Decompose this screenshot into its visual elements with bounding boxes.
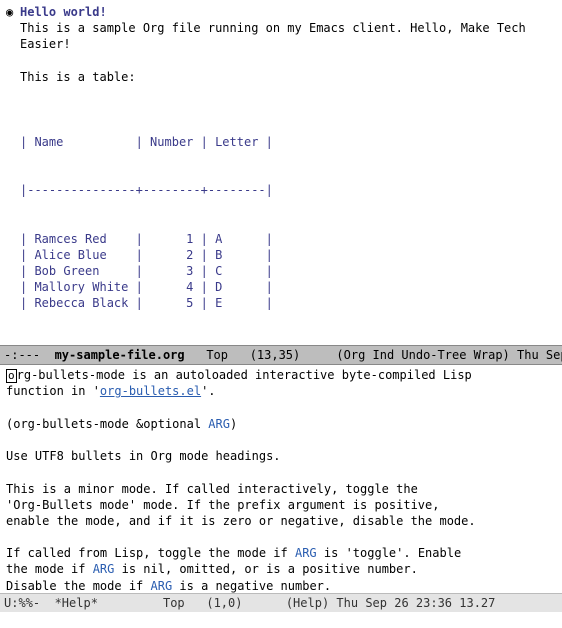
- intro-text: This is a sample Org file running on my …: [6, 20, 556, 52]
- help-line: function in 'org-bullets.el'.: [6, 383, 556, 399]
- blank-1: [6, 53, 556, 69]
- table-row[interactable]: | Ramces Red | 1 | A |: [20, 231, 556, 247]
- blank: [6, 464, 556, 480]
- modeline-position: Top: [163, 596, 185, 610]
- modeline-time: Thu Sep 26 23:36 13.27: [336, 596, 495, 610]
- modeline-linecol: (1,0): [206, 596, 242, 610]
- modeline-inactive[interactable]: U:%%- *Help* Top (1,0) (Help) Thu Sep 26…: [0, 593, 562, 612]
- blank: [6, 529, 556, 545]
- bullet-top-icon: ◉: [6, 4, 20, 20]
- blank-2: [6, 85, 556, 101]
- help-buffer[interactable]: org-bullets-mode is an autoloaded intera…: [0, 365, 562, 593]
- modeline-modes[interactable]: (Help): [286, 596, 329, 610]
- buffer-name[interactable]: *Help*: [55, 596, 98, 610]
- table-row[interactable]: | Rebecca Black | 5 | E |: [20, 295, 556, 311]
- help-line: org-bullets-mode is an autoloaded intera…: [6, 367, 556, 383]
- org-table[interactable]: | Name | Number | Letter | |------------…: [6, 101, 556, 345]
- help-desc: Use UTF8 bullets in Org mode headings.: [6, 448, 556, 464]
- modeline-status: U:%%-: [4, 596, 40, 610]
- table-row[interactable]: | Alice Blue | 2 | B |: [20, 247, 556, 263]
- modeline-position: Top: [206, 348, 228, 362]
- blank: [6, 400, 556, 416]
- table-label: This is a table:: [6, 69, 556, 85]
- help-line: If called from Lisp, toggle the mode if …: [6, 545, 556, 561]
- minibuffer[interactable]: [0, 612, 562, 628]
- arg: ARG: [93, 562, 115, 576]
- headline-1: ◉Hello world!: [6, 4, 556, 20]
- help-line: This is a minor mode. If called interact…: [6, 481, 556, 497]
- arg: ARG: [208, 417, 230, 431]
- arg: ARG: [151, 579, 173, 593]
- org-buffer[interactable]: ◉Hello world! This is a sample Org file …: [0, 0, 562, 345]
- modeline-status: -:---: [4, 348, 40, 362]
- modeline-time: Thu Sep 2: [517, 348, 562, 362]
- arg: ARG: [295, 546, 317, 560]
- help-line: 'Org-Bullets mode' mode. If the prefix a…: [6, 497, 556, 513]
- buffer-name[interactable]: my-sample-file.org: [55, 348, 185, 362]
- help-signature: (org-bullets-mode &optional ARG): [6, 416, 556, 432]
- headline-1-text: Hello world!: [20, 5, 107, 19]
- help-line: the mode if ARG is nil, omitted, or is a…: [6, 561, 556, 577]
- table-separator: |---------------+--------+--------|: [20, 182, 556, 198]
- modeline-active[interactable]: -:--- my-sample-file.org Top (13,35) (Or…: [0, 345, 562, 365]
- modeline-modes[interactable]: (Org Ind Undo-Tree Wrap): [336, 348, 509, 362]
- table-header-row: | Name | Number | Letter |: [20, 134, 556, 150]
- modeline-linecol: (13,35): [250, 348, 301, 362]
- cursor-box-icon: o: [6, 369, 17, 383]
- blank: [6, 432, 556, 448]
- link-org-bullets-el[interactable]: org-bullets.el: [100, 384, 201, 398]
- table-row[interactable]: | Bob Green | 3 | C |: [20, 263, 556, 279]
- help-line: Disable the mode if ARG is a negative nu…: [6, 578, 556, 594]
- table-row[interactable]: | Mallory White | 4 | D |: [20, 279, 556, 295]
- help-line: enable the mode, and if it is zero or ne…: [6, 513, 556, 529]
